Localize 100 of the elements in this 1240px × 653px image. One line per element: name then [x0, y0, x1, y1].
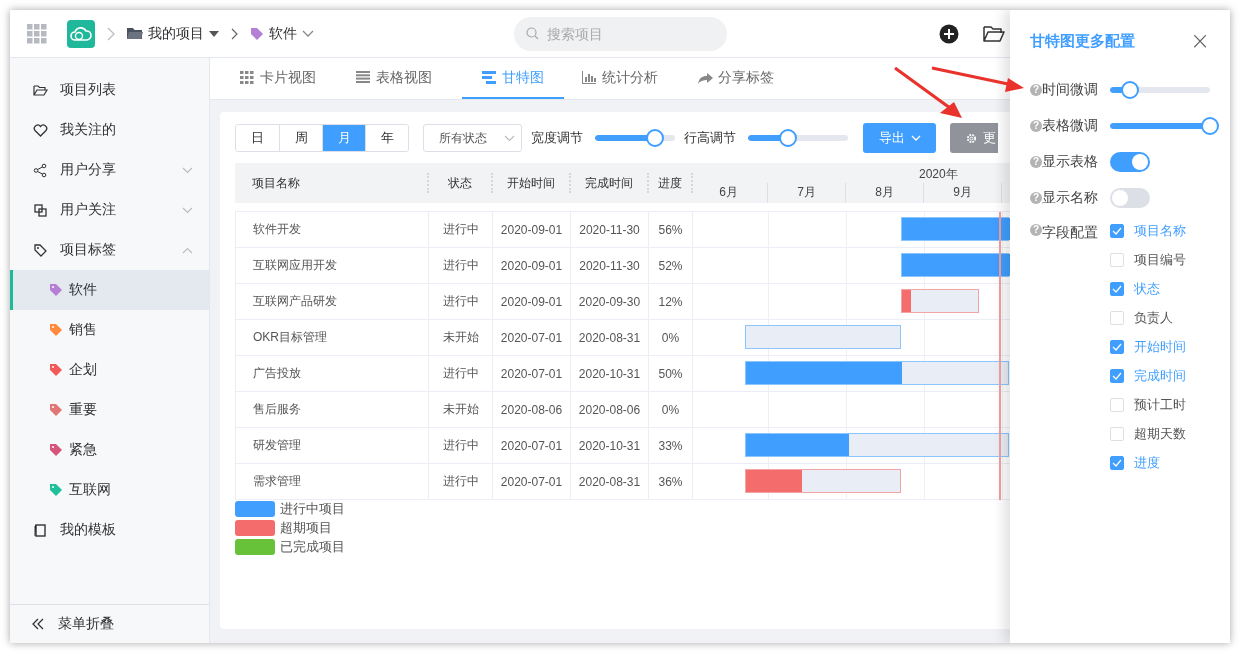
column-header: 开始时间 [493, 173, 571, 193]
sidebar-item[interactable]: 用户分享 [10, 150, 209, 190]
field-checkbox[interactable]: 超期天数 [1110, 419, 1186, 448]
search-box[interactable]: 搜索项目 [514, 16, 727, 51]
table-cell: 2020-07-01 [493, 428, 571, 463]
chart-icon [582, 71, 597, 84]
table-cell: OKR目标管理 [235, 320, 429, 355]
column-header: 项目名称 [235, 173, 429, 193]
search-field[interactable]: 搜索项目 [545, 24, 709, 43]
gantt-bar[interactable] [901, 253, 1009, 277]
grid-icon [240, 71, 255, 84]
collapse-menu-button[interactable]: 菜单折叠 [10, 604, 209, 643]
table-cell: 进行中 [429, 464, 493, 499]
slider-thumb[interactable] [1121, 81, 1139, 99]
table-cell: 50% [649, 356, 693, 391]
field-checkbox[interactable]: 项目编号 [1110, 245, 1186, 274]
setting-label: 时间微调 [1042, 81, 1099, 99]
add-icon[interactable] [939, 23, 959, 44]
table-cell: 2020-09-01 [493, 284, 571, 319]
table-cell: 2020-10-31 [571, 356, 649, 391]
sidebar-item[interactable]: 我的模板 [10, 510, 209, 550]
table-cell: 进行中 [429, 212, 493, 247]
gantt-bar[interactable] [745, 433, 1009, 457]
tag-item[interactable]: 软件 [10, 270, 209, 310]
table-cell: 进行中 [429, 428, 493, 463]
legend-label: 已完成项目 [280, 538, 345, 556]
table-cell: 56% [649, 212, 693, 247]
table-cell: 广告投放 [235, 356, 429, 391]
checkmark-icon [1112, 371, 1122, 380]
year-label: 2020年 [919, 166, 958, 183]
table-cell: 12% [649, 284, 693, 319]
share-icon [698, 71, 713, 84]
toggle-switch[interactable] [1110, 188, 1150, 208]
slider-thumb[interactable] [646, 129, 664, 147]
table-cell: 2020-08-31 [571, 320, 649, 355]
toggle-switch[interactable] [1110, 152, 1150, 172]
chevron-right-icon [231, 27, 238, 40]
field-checkbox[interactable]: 负责人 [1110, 303, 1186, 332]
gantt-bar[interactable] [745, 469, 901, 493]
apps-grid-icon[interactable] [27, 23, 47, 44]
sidebar-item[interactable]: 用户关注 [10, 190, 209, 230]
table-cell: 售后服务 [235, 392, 429, 427]
breadcrumb-item[interactable]: 我的项目 [127, 24, 219, 43]
slider-thumb[interactable] [1201, 117, 1219, 135]
table-cell: 2020-10-31 [571, 428, 649, 463]
table-cell: 进行中 [429, 356, 493, 391]
column-header: 完成时间 [571, 173, 649, 193]
tag-item[interactable]: 重要 [10, 390, 209, 430]
folder-icon [127, 27, 143, 40]
setting-label: 显示表格 [1042, 153, 1099, 171]
table-cell: 2020-08-06 [493, 392, 571, 427]
tag-item[interactable]: 互联网 [10, 470, 209, 510]
column-header: 状态 [429, 173, 493, 193]
setting-label: 字段配置 [1042, 224, 1099, 242]
chevron-down-icon [182, 206, 193, 214]
table-cell: 0% [649, 392, 693, 427]
heart-icon [33, 122, 48, 138]
tag-item[interactable]: 销售 [10, 310, 209, 350]
sidebar-item[interactable]: 项目标签 [10, 230, 209, 270]
gantt-bar[interactable] [901, 217, 1009, 241]
table-cell: 进行中 [429, 248, 493, 283]
breadcrumb-item[interactable]: 软件 [250, 24, 314, 43]
tag-item[interactable]: 紧急 [10, 430, 209, 470]
tag-item[interactable]: 企划 [10, 350, 209, 390]
table-cell: 2020-11-30 [571, 212, 649, 247]
gantt-bar[interactable] [745, 361, 1009, 385]
table-cell: 未开始 [429, 392, 493, 427]
view-tab[interactable]: 表格视图 [346, 58, 454, 99]
table-cell: 2020-07-01 [493, 464, 571, 499]
month-label: 9月 [924, 183, 1002, 203]
view-tab[interactable]: 卡片视图 [230, 58, 338, 99]
status-dropdown[interactable]: 所有状态 [423, 124, 522, 152]
gantt-bar[interactable] [901, 289, 979, 313]
table-cell: 0% [649, 320, 693, 355]
table-cell: 2020-09-01 [493, 212, 571, 247]
table-cell: 2020-08-06 [571, 392, 649, 427]
table-cell: 2020-11-30 [571, 248, 649, 283]
slider-thumb[interactable] [779, 129, 797, 147]
sidebar-item[interactable]: 项目列表 [10, 70, 209, 110]
column-header: 进度 [649, 173, 693, 193]
sidebar-item[interactable]: 我关注的 [10, 110, 209, 150]
folder-icon[interactable] [983, 24, 1005, 43]
slider-label: 行高调节 [684, 129, 736, 147]
view-tab[interactable]: 统计分析 [572, 58, 680, 99]
chevron-up-icon [182, 246, 193, 254]
gear-icon [966, 132, 977, 144]
month-label: 8月 [846, 183, 924, 203]
gantt-bar[interactable] [745, 325, 901, 349]
search-icon [526, 27, 539, 40]
field-checkbox[interactable]: 预计工时 [1110, 390, 1186, 419]
view-tab[interactable]: 分享标签 [688, 58, 796, 99]
setting-label: 表格微调 [1042, 117, 1099, 135]
table-cell: 互联网应用开发 [235, 248, 429, 283]
share-icon [33, 162, 48, 178]
setting-label: 显示名称 [1042, 189, 1099, 207]
scale-button[interactable]: 年 [365, 125, 408, 151]
close-button[interactable]: × [1189, 29, 1210, 53]
chevron-down-icon [504, 134, 515, 142]
table-cell: 研发管理 [235, 428, 429, 463]
cloud-logo-icon[interactable] [67, 19, 95, 48]
